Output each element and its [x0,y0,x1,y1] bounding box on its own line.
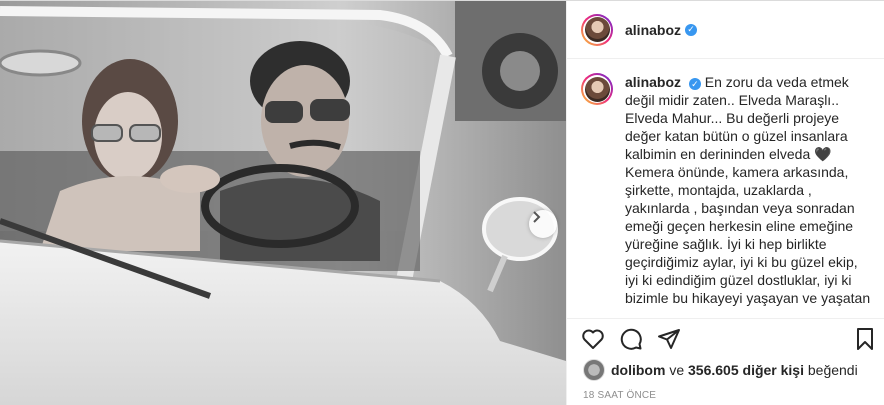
avatar[interactable] [581,73,613,105]
post-photo[interactable] [0,1,566,405]
action-bar [567,318,884,358]
caption-line: iyi ki edindiğim güzel dostluklar, iyi k… [625,272,852,288]
verified-badge-icon: ✓ [685,23,698,36]
caption-line: emeği geçen herkesin eline emeğine [625,218,854,234]
caption-line: yakınlarda , başından veya sonradan [625,200,855,216]
chevron-right-icon [533,211,541,223]
likes-user[interactable]: dolibom [611,362,665,378]
caption-line: bizimle bu hikayeyi yaşayan ve yaşatan [625,290,871,306]
caption-text: alinaboz ✓ En zoru da veda etmek değil m… [625,73,871,307]
post-header: alinaboz ✓ [567,1,884,59]
caption-line: geçirdiğimiz aylar, iyi ki bu güzel ekip… [625,254,858,270]
username[interactable]: alinaboz [625,22,681,38]
verified-badge-icon: ✓ [688,78,701,90]
post-timestamp[interactable]: 18 SAAT ÖNCE [583,390,656,401]
heart-icon[interactable] [581,327,605,351]
likes-connector: ve [665,362,689,378]
caption-line: değil midir zaten.. Elveda Maraşlı.. [625,92,839,108]
caption-line: Kemera önünde, kamera arkasında, [625,164,849,180]
caption-line: şirkette, montajda, uzaklarda , [625,182,812,198]
bookmark-icon[interactable] [853,327,877,351]
caption-comment: alinaboz ✓ En zoru da veda etmek değil m… [581,73,871,307]
caption-line: kalbimin en derininden elveda 🖤 [625,146,832,162]
likes-suffix: beğendi [803,362,858,378]
share-icon[interactable] [657,327,681,351]
post-modal: alinaboz ✓ alinaboz ✓ En zoru da veda et… [0,0,884,405]
likes-count[interactable]: 356.605 diğer kişi [688,362,804,378]
next-photo-button[interactable] [529,210,557,238]
caption-line: En zoru da veda etmek [704,74,849,90]
caption-line: Elveda Mahur... Bu değerli projeye [625,110,840,126]
post-sidebar: alinaboz ✓ alinaboz ✓ En zoru da veda et… [566,1,884,405]
caption-username[interactable]: alinaboz [625,74,681,90]
avatar[interactable] [581,13,613,46]
photo-illustration [0,1,566,405]
caption-line: yüreğine sağlık. İyi ki hep birlikte [625,236,827,252]
comment-icon[interactable] [619,327,643,351]
caption-line: değer katan bütün o güzel insanlara [625,128,848,144]
likes-summary: dolibom ve 356.605 diğer kişi beğendi [583,359,858,381]
avatar[interactable] [583,359,605,381]
